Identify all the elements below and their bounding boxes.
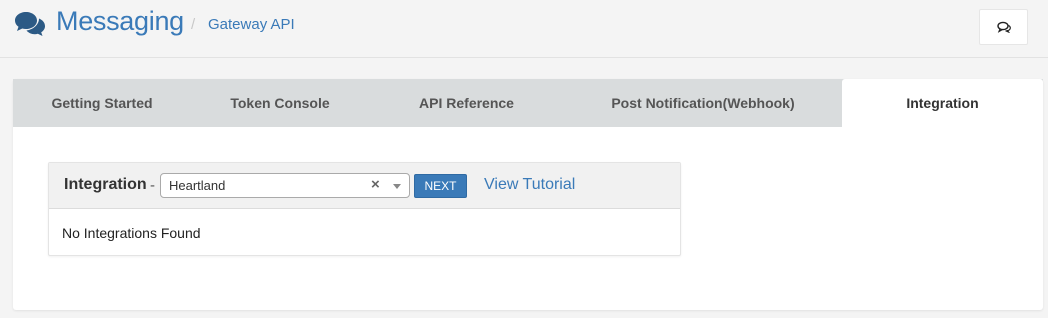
tab-getting-started[interactable]: Getting Started xyxy=(13,79,191,127)
tab-post-notification[interactable]: Post Notification(Webhook) xyxy=(564,79,842,127)
app-header: Messaging / Gateway API xyxy=(0,0,1048,58)
chat-icon xyxy=(996,21,1011,33)
clear-selection-icon[interactable]: × xyxy=(371,176,380,193)
integration-label: Integration xyxy=(64,176,147,193)
chat-bubbles-icon xyxy=(15,12,45,36)
integration-card-header: Integration - Heartland × NEXT View Tuto… xyxy=(49,163,680,209)
empty-state-message: No Integrations Found xyxy=(62,225,201,241)
tab-bar: Getting Started Token Console API Refere… xyxy=(13,79,1043,127)
main-panel: Getting Started Token Console API Refere… xyxy=(13,79,1043,310)
integration-select-value: Heartland xyxy=(169,178,226,193)
view-tutorial-link[interactable]: View Tutorial xyxy=(484,176,575,194)
next-button[interactable]: NEXT xyxy=(414,174,467,198)
page-subtitle: Gateway API xyxy=(208,16,295,33)
integration-select[interactable]: Heartland × xyxy=(160,173,410,198)
integration-card: Integration - Heartland × NEXT View Tuto… xyxy=(48,162,681,256)
page-title: Messaging xyxy=(56,6,184,36)
chevron-down-icon[interactable] xyxy=(393,184,401,189)
chat-button[interactable] xyxy=(979,9,1028,45)
tab-api-reference[interactable]: API Reference xyxy=(369,79,564,127)
label-dash: - xyxy=(150,177,155,194)
breadcrumb-separator: / xyxy=(191,16,196,33)
tab-token-console[interactable]: Token Console xyxy=(191,79,369,127)
tab-integration[interactable]: Integration xyxy=(842,79,1043,127)
